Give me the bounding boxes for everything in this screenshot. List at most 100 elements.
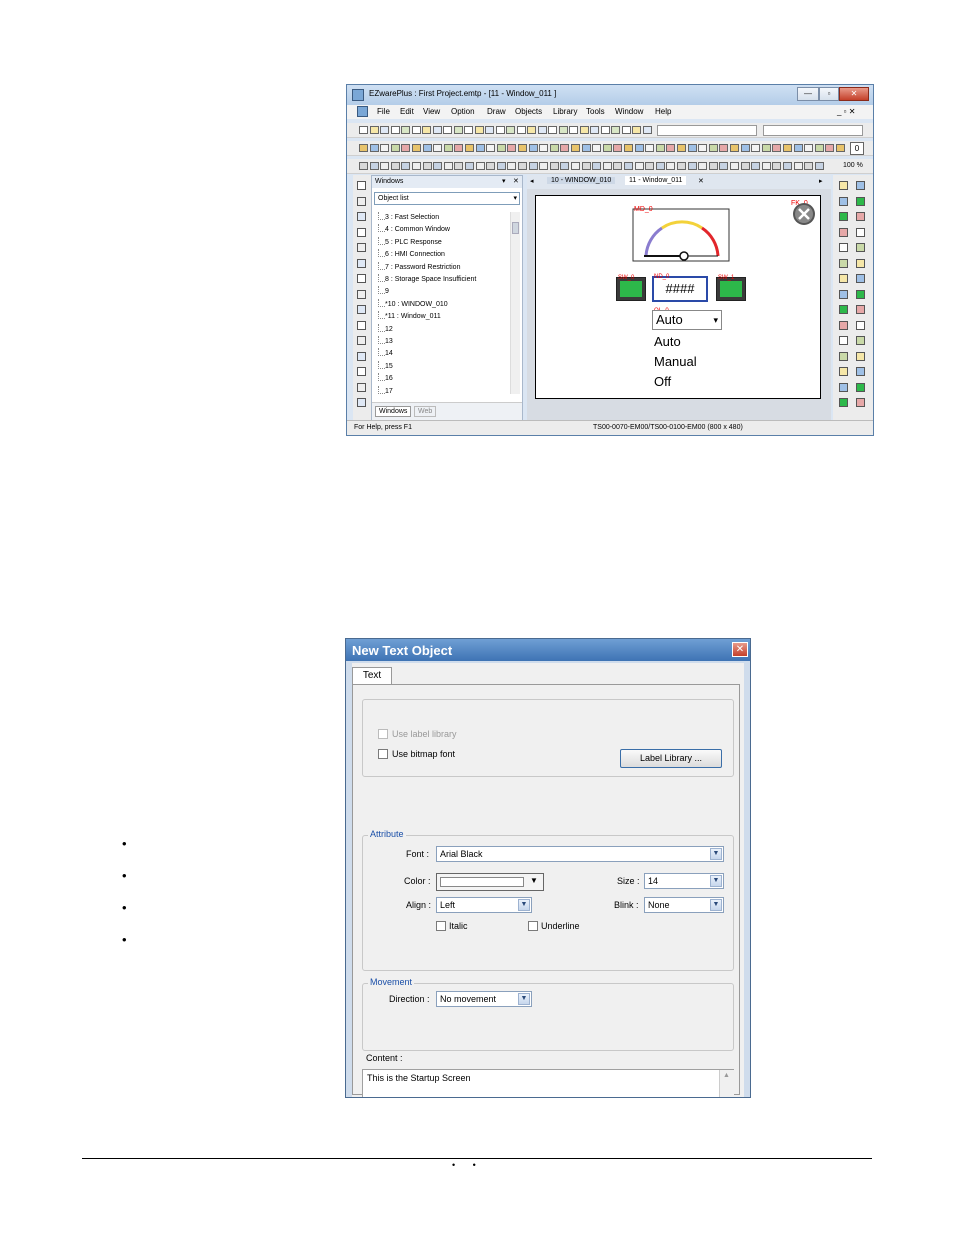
menu-option[interactable]: Option xyxy=(451,107,475,116)
toolbar-button-icon[interactable] xyxy=(645,144,655,152)
zoom-level[interactable]: 100 % xyxy=(843,162,863,169)
toolbar-button-icon[interactable] xyxy=(411,126,421,134)
toolbar-button-icon[interactable] xyxy=(432,126,442,134)
tool-icon[interactable] xyxy=(357,258,366,268)
tool-icon[interactable] xyxy=(357,289,366,299)
tool-icon[interactable] xyxy=(839,382,848,392)
tool-icon[interactable] xyxy=(357,227,366,237)
toolbar-button-icon[interactable] xyxy=(527,126,536,134)
tool-icon[interactable] xyxy=(856,196,865,206)
toolbar-button-icon[interactable] xyxy=(655,144,665,152)
toolbar-button-icon[interactable] xyxy=(645,162,655,170)
toolbar-button-icon[interactable] xyxy=(772,144,782,152)
toolbar-button-icon[interactable] xyxy=(359,162,368,170)
color-picker[interactable]: ▼ xyxy=(436,873,544,891)
use-bitmap-font-checkbox[interactable] xyxy=(378,749,388,759)
toolbar-button-icon[interactable] xyxy=(518,144,527,152)
design-canvas[interactable]: MD_0 FK_0 SW_0 #### ND_0 SW_1 OL_0 Auto xyxy=(535,195,821,399)
tool-icon[interactable] xyxy=(839,243,848,252)
toolbar-button-icon[interactable] xyxy=(666,144,676,152)
option-item[interactable]: Auto xyxy=(654,332,697,352)
toolbar-button-icon[interactable] xyxy=(624,144,633,152)
toolbar-button-icon[interactable] xyxy=(719,144,729,152)
menu-draw[interactable]: Draw xyxy=(487,107,506,116)
toolbar-button-icon[interactable] xyxy=(475,144,485,152)
toolbar-button-icon[interactable] xyxy=(571,162,580,170)
use-label-library-checkbox[interactable] xyxy=(378,729,388,739)
tool-icon[interactable] xyxy=(856,351,865,361)
toolbar-button-icon[interactable] xyxy=(485,126,494,134)
toolbar-button-icon[interactable] xyxy=(751,144,761,152)
toolbar-button-icon[interactable] xyxy=(687,144,697,152)
toolbar-button-icon[interactable] xyxy=(507,144,517,152)
tool-icon[interactable] xyxy=(856,227,865,237)
toolbar-button-icon[interactable] xyxy=(600,126,610,134)
tool-icon[interactable] xyxy=(357,382,366,392)
toolbar-button-icon[interactable] xyxy=(624,162,633,170)
tool-icon[interactable] xyxy=(856,258,865,268)
toolbar-button-icon[interactable] xyxy=(390,126,400,134)
toolbar-button-icon[interactable] xyxy=(369,162,379,170)
tool-icon[interactable] xyxy=(839,367,848,376)
toolbar-button-icon[interactable] xyxy=(804,144,814,152)
font-select[interactable]: Arial Black ▼ xyxy=(436,846,724,862)
size-select[interactable]: 14 ▼ xyxy=(644,873,724,889)
toolbar-button-icon[interactable] xyxy=(793,162,803,170)
toolbar-button-icon[interactable] xyxy=(634,144,644,152)
tree-item[interactable]: *11 : Window_011 xyxy=(375,311,507,323)
toolbar-button-icon[interactable] xyxy=(592,162,602,170)
toolbar-button-icon[interactable] xyxy=(369,126,379,134)
tool-icon[interactable] xyxy=(856,274,865,283)
tree-item[interactable]: 5 : PLC Response xyxy=(375,236,507,249)
toolbar-button-icon[interactable] xyxy=(666,162,676,170)
toolbar-button-icon[interactable] xyxy=(814,162,824,170)
toolbar-button-icon[interactable] xyxy=(730,144,739,152)
menu-objects[interactable]: Objects xyxy=(515,107,542,116)
tool-icon[interactable] xyxy=(357,320,366,330)
toolbar-button-icon[interactable] xyxy=(655,162,665,170)
tab-close-icon[interactable]: ✕ xyxy=(698,177,704,185)
toolbar-button-icon[interactable] xyxy=(359,144,368,152)
toolbar-button-icon[interactable] xyxy=(486,144,496,152)
toolbar-button-icon[interactable] xyxy=(836,144,845,152)
tool-icon[interactable] xyxy=(357,243,366,252)
close-function-key-icon[interactable] xyxy=(792,202,816,226)
scroll-thumb[interactable] xyxy=(512,222,519,234)
option-item[interactable]: Manual xyxy=(654,352,697,372)
menu-help[interactable]: Help xyxy=(655,107,671,116)
tool-icon[interactable] xyxy=(839,274,848,283)
toolbar-button-icon[interactable] xyxy=(783,162,792,170)
toolbar-button-icon[interactable] xyxy=(632,126,641,134)
toolbar-button-icon[interactable] xyxy=(730,162,739,170)
toolbar-button-icon[interactable] xyxy=(359,126,368,134)
blink-select[interactable]: None ▼ xyxy=(644,897,724,913)
toolbar-button-icon[interactable] xyxy=(495,126,505,134)
tree-item[interactable]: *10 : WINDOW_010 xyxy=(375,298,507,311)
panel-pin-icon[interactable]: ▾ xyxy=(502,177,506,185)
tool-icon[interactable] xyxy=(839,289,848,299)
toolbar-button-icon[interactable] xyxy=(465,144,474,152)
toolbar-button-icon[interactable] xyxy=(465,162,474,170)
toolbar-button-icon[interactable] xyxy=(590,126,599,134)
menu-file[interactable]: File xyxy=(377,107,390,116)
tree-item[interactable]: 8 : Storage Space Insufficient xyxy=(375,274,507,286)
tab-window-011[interactable]: 11 - Window_011 xyxy=(625,176,687,185)
toolbar-button-icon[interactable] xyxy=(474,126,484,134)
toolbar-button-icon[interactable] xyxy=(537,126,547,134)
tab-windows[interactable]: Windows xyxy=(375,406,412,417)
toolbar-button-icon[interactable] xyxy=(549,162,559,170)
tool-icon[interactable] xyxy=(839,320,848,330)
toolbar-button-icon[interactable] xyxy=(380,144,390,152)
object-list-dropdown[interactable]: Object list ▾ xyxy=(374,192,520,205)
toolbar-button-icon[interactable] xyxy=(698,144,708,152)
toolbar-button-icon[interactable] xyxy=(592,144,602,152)
tree-item[interactable]: 14 xyxy=(375,348,507,360)
tool-icon[interactable] xyxy=(357,196,366,206)
toolbar-button-icon[interactable] xyxy=(454,162,464,170)
combo-box-2[interactable] xyxy=(763,125,863,136)
tool-icon[interactable] xyxy=(357,351,366,361)
toolbar-button-icon[interactable] xyxy=(634,162,644,170)
toolbar-button-icon[interactable] xyxy=(611,126,620,134)
toolbar-button-icon[interactable] xyxy=(571,144,580,152)
toolbar-button-icon[interactable] xyxy=(560,162,570,170)
